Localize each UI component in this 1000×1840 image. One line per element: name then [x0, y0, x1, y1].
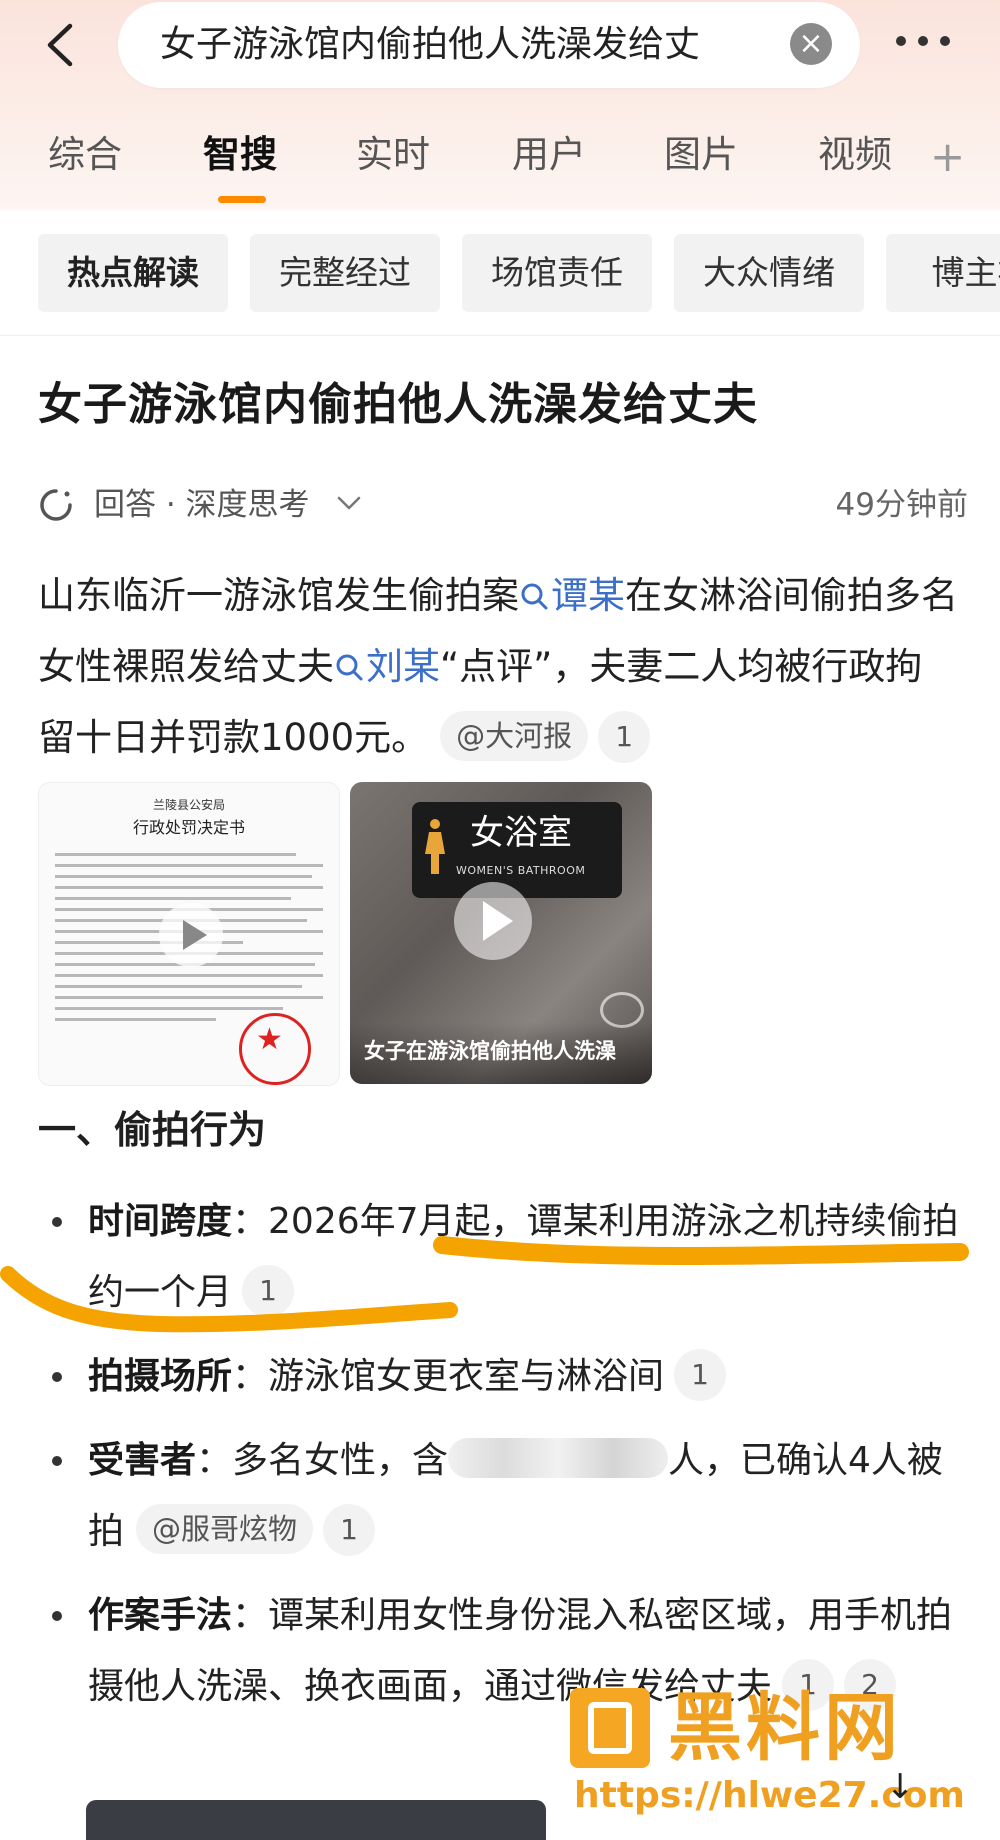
tab-comprehensive[interactable]: 综合 — [48, 130, 122, 180]
timestamp: 49分钟前 — [835, 487, 968, 523]
source-tag[interactable]: @大河报 — [440, 711, 589, 761]
active-tab-indicator — [218, 196, 266, 203]
search-link-liu[interactable]: 刘某 — [334, 645, 440, 688]
search-link-tan[interactable]: 谭某 — [519, 574, 625, 617]
answer-label: 回答 · 深度思考 — [94, 487, 310, 523]
chip-hot-interpretation[interactable]: 热点解读 — [38, 234, 228, 312]
answer-meta: 回答 · 深度思考 49分钟前 — [38, 480, 968, 530]
search-icon — [521, 583, 548, 610]
bullet-list: 时间跨度：2026年7月起，谭某利用游泳之机持续偷拍约一个月 1 拍摄场所：游泳馆… — [38, 1186, 968, 1722]
add-tab-icon[interactable]: + — [930, 136, 965, 178]
citation-number[interactable]: 1 — [674, 1349, 727, 1401]
doc-issuer: 兰陵县公安局 — [152, 798, 225, 812]
video-caption: 女子在游泳馆偷拍他人洗澡 — [364, 1039, 616, 1063]
clear-search-icon[interactable]: × — [790, 23, 832, 65]
search-bar[interactable]: 女子游泳馆内偷拍他人洗澡发给丈 × — [118, 2, 860, 88]
deep-think-icon — [40, 489, 72, 521]
seal-star-icon: ★ — [256, 1022, 283, 1057]
bullet-time-span: 时间跨度：2026年7月起，谭某利用游泳之机持续偷拍约一个月 1 — [38, 1186, 968, 1328]
topic-chips: 热点解读 完整经过 场馆责任 大众情绪 博主补 — [0, 210, 1000, 336]
summary-paragraph: 山东临沂一游泳馆发生偷拍案 谭某在女淋浴间偷拍多名女性裸照发给丈夫 刘某“点评”，夫… — [38, 560, 958, 773]
sign-english-text: WOMEN'S BATHROOM — [456, 864, 586, 877]
section-heading: 一、偷拍行为 — [38, 1108, 267, 1152]
watermark-logo-icon — [570, 1688, 650, 1768]
woman-figure-icon — [425, 819, 445, 874]
bullet-victims: 受害者：多名女性，含 人，已确认4人被拍 @服哥炫物 1 — [38, 1425, 968, 1567]
sign-chinese-text: 女浴室 — [470, 813, 572, 853]
play-video-icon[interactable] — [454, 882, 532, 960]
site-watermark: 黑料网 https://hlwe27.com ↓ — [560, 1680, 1000, 1825]
chip-full-story[interactable]: 完整经过 — [250, 234, 440, 312]
article-title: 女子游泳馆内偷拍他人洗澡发给丈夫 — [38, 379, 758, 430]
chip-blogger[interactable]: 博主补 — [886, 234, 1000, 312]
video-thumbnail[interactable]: 女浴室 WOMEN'S BATHROOM 女子在游泳馆偷拍他人洗澡 — [350, 782, 652, 1084]
chip-public-sentiment[interactable]: 大众情绪 — [674, 234, 864, 312]
tab-images[interactable]: 图片 — [664, 130, 738, 180]
scroll-down-arrow-icon[interactable]: ↓ — [886, 1770, 915, 1804]
doc-title: 行政处罚决定书 — [132, 818, 245, 837]
bathroom-sign: 女浴室 WOMEN'S BATHROOM — [412, 802, 622, 898]
citation-number[interactable]: 1 — [242, 1265, 295, 1317]
search-query[interactable]: 女子游泳馆内偷拍他人洗澡发给丈 — [160, 20, 760, 70]
top-header: 女子游泳馆内偷拍他人洗澡发给丈 × 综合 智搜 实时 用户 图片 视频 + — [0, 0, 1000, 210]
citation-number[interactable]: 1 — [323, 1504, 376, 1556]
bullet-location: 拍摄场所：游泳馆女更衣室与淋浴间 1 — [38, 1341, 968, 1412]
chip-venue-responsibility[interactable]: 场馆责任 — [462, 234, 652, 312]
next-card-thumbnail[interactable] — [86, 1800, 546, 1840]
citation-number[interactable]: 1 — [598, 711, 651, 763]
blurred-text — [448, 1438, 669, 1478]
search-tabs: 综合 智搜 实时 用户 图片 视频 + — [0, 120, 1000, 210]
tab-smart-search[interactable]: 智搜 — [203, 130, 277, 180]
summary-text: 山东临沂一游泳馆发生偷拍案 — [38, 574, 519, 617]
play-icon[interactable] — [159, 903, 223, 967]
watermark-title: 黑料网 — [668, 1685, 902, 1771]
chevron-down-icon[interactable] — [336, 494, 362, 512]
more-options-icon[interactable] — [896, 30, 956, 50]
back-arrow-icon[interactable] — [38, 20, 88, 70]
tab-users[interactable]: 用户 — [512, 130, 586, 180]
source-tag[interactable]: @服哥炫物 — [136, 1504, 314, 1554]
tab-videos[interactable]: 视频 — [818, 130, 892, 180]
tab-realtime[interactable]: 实时 — [356, 130, 430, 180]
search-icon — [336, 654, 363, 681]
document-image-thumbnail[interactable]: 兰陵县公安局 行政处罚决定书 ★ — [38, 782, 340, 1086]
